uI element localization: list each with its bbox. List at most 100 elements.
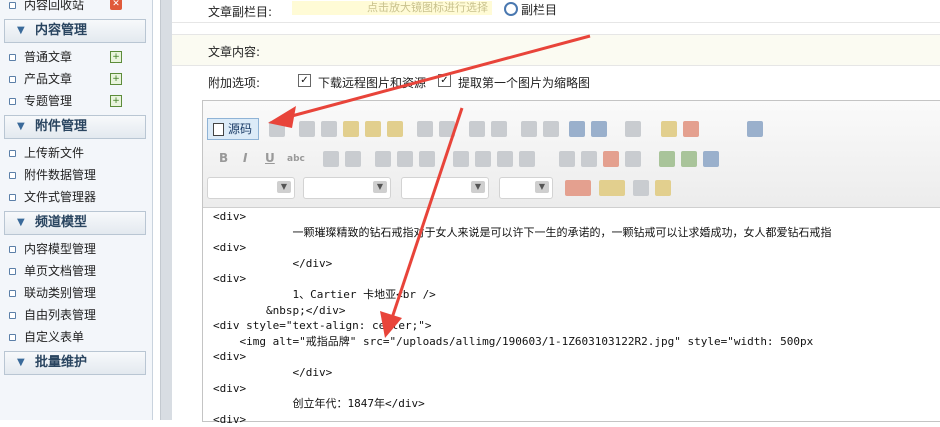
sidebar-item[interactable]: 产品文章 + [0,68,152,90]
bullet-list-icon[interactable] [345,151,361,167]
unlink-icon[interactable] [681,151,697,167]
sidebar-item-label: 上传新文件 [24,146,85,160]
select-all-icon[interactable] [569,121,585,137]
sidebar-section-title: 内容管理 [35,23,88,38]
replace-icon[interactable] [543,121,559,137]
paste-icon[interactable] [343,121,359,137]
code-line: <div> [213,272,247,286]
remove-format-icon[interactable] [591,121,607,137]
first-image-thumb-label: 提取第一个图片为缩略图 [458,76,591,90]
code-line: <div style="text-align: center;"> [213,319,432,333]
spellcheck-icon[interactable] [439,121,455,137]
bg-color-icon[interactable] [599,180,625,196]
size-select[interactable]: ▼ [499,177,553,199]
hr-icon[interactable] [581,151,597,167]
bullet-icon [9,246,16,253]
underline-icon[interactable]: U [265,151,275,165]
sidebar-item[interactable]: 文件式管理器 [0,186,152,208]
template-icon[interactable] [269,121,285,137]
flash-icon[interactable] [683,121,699,137]
copy-icon[interactable] [321,121,337,137]
paste-word-icon[interactable] [387,121,403,137]
sidebar-section-title: 批量维护 [35,355,88,370]
blockquote-icon[interactable] [419,151,435,167]
chevron-down-icon: ▼ [535,181,549,193]
sidebar-item[interactable]: 自定义表单 [0,326,152,348]
table-icon[interactable] [559,151,575,167]
indent-icon[interactable] [397,151,413,167]
toolbar-row-1 [269,118,929,140]
smiley-icon[interactable] [603,151,619,167]
source-button[interactable]: 源码 [207,118,259,140]
sidebar-gutter [153,0,160,420]
insert-image-icon[interactable] [655,180,671,196]
code-line: <div> [213,412,247,426]
sidebar-item[interactable]: 单页文档管理 [0,260,152,282]
anchor-icon[interactable] [703,151,719,167]
source-code-area[interactable]: <div> 一颗璀璨精致的钻石戒指对于女人来说是可以许下一生的承诺的，一颗钻戒可… [213,209,831,427]
strike-icon[interactable]: abc [287,154,305,164]
style-select[interactable]: ▼ [207,177,295,199]
text-color-icon[interactable] [565,180,591,196]
add-icon[interactable]: + [110,73,122,85]
font-select[interactable]: ▼ [401,177,489,199]
sidebar-section-header[interactable]: ▼ 批量维护 [4,351,146,375]
sidebar-item[interactable]: 上传新文件 [0,142,152,164]
options-label: 附加选项: [208,76,261,90]
link-icon[interactable] [659,151,675,167]
options-row: 附加选项: ✓ 下载远程图片和资源 ✓ 提取第一个图片为缩略图 [172,70,940,94]
cut-icon[interactable] [299,121,315,137]
sidebar-item[interactable]: 自由列表管理 [0,304,152,326]
bullet-icon [9,150,16,157]
pinyin-icon[interactable] [633,180,649,196]
download-remote-label: 下载远程图片和资源 [318,76,427,90]
align-right-icon[interactable] [497,151,513,167]
sidebar-item[interactable]: 内容模型管理 [0,238,152,260]
download-remote-checkbox[interactable]: ✓ [298,74,311,87]
sidebar-item[interactable]: 普通文章 + [0,46,152,68]
subcolumn-select-link[interactable]: 副栏目 [504,1,557,18]
code-line: 1、Cartier 卡地亚<br /> [213,287,436,301]
bold-icon[interactable]: B [219,151,228,165]
scrollbar[interactable] [160,0,172,420]
editor-toolbar: 源码 B I U abc ▼ ▼ ▼ ▼ [203,101,940,208]
find-icon[interactable] [521,121,537,137]
format-select[interactable]: ▼ [303,177,391,199]
ordered-list-icon[interactable] [323,151,339,167]
sidebar-section-header[interactable]: ▼ 内容管理 [4,19,146,43]
delete-icon[interactable]: ✕ [110,0,122,10]
paste-text-icon[interactable] [365,121,381,137]
sidebar-item-label: 专题管理 [24,94,73,108]
sidebar-item[interactable]: 联动类别管理 [0,282,152,304]
sidebar-item-label: 产品文章 [24,72,73,86]
sidebar-section-header[interactable]: ▼ 频道模型 [4,211,146,235]
print-icon[interactable] [417,121,433,137]
sidebar-item-label: 普通文章 [24,50,73,64]
align-center-icon[interactable] [475,151,491,167]
undo-icon[interactable] [469,121,485,137]
align-left-icon[interactable] [453,151,469,167]
sidebar-item-label: 自由列表管理 [24,308,97,322]
redo-icon[interactable] [491,121,507,137]
sidebar-item[interactable]: 专题管理 + [0,90,152,112]
sidebar-item-recycle-bin[interactable]: 内容回收站 ✕ [0,0,152,16]
first-image-thumb-checkbox[interactable]: ✓ [438,74,451,87]
form-icon[interactable] [625,121,641,137]
add-icon[interactable]: + [110,95,122,107]
document-icon [213,123,224,136]
special-char-icon[interactable] [625,151,641,167]
sidebar-section-header[interactable]: ▼ 附件管理 [4,115,146,139]
image-icon[interactable] [661,121,677,137]
add-icon[interactable]: + [110,51,122,63]
code-line: <div> [213,350,247,364]
italic-icon[interactable]: I [243,151,247,165]
outdent-icon[interactable] [375,151,391,167]
code-line: <div> [213,210,247,223]
maximize-icon[interactable] [747,121,763,137]
sidebar-item-label: 内容模型管理 [24,242,97,256]
align-justify-icon[interactable] [519,151,535,167]
bullet-icon [9,172,16,179]
sidebar-item[interactable]: 附件数据管理 [0,164,152,186]
bullet-icon [9,312,16,319]
subcolumn-input[interactable]: 点击放大镜图标进行选择 [292,1,492,15]
